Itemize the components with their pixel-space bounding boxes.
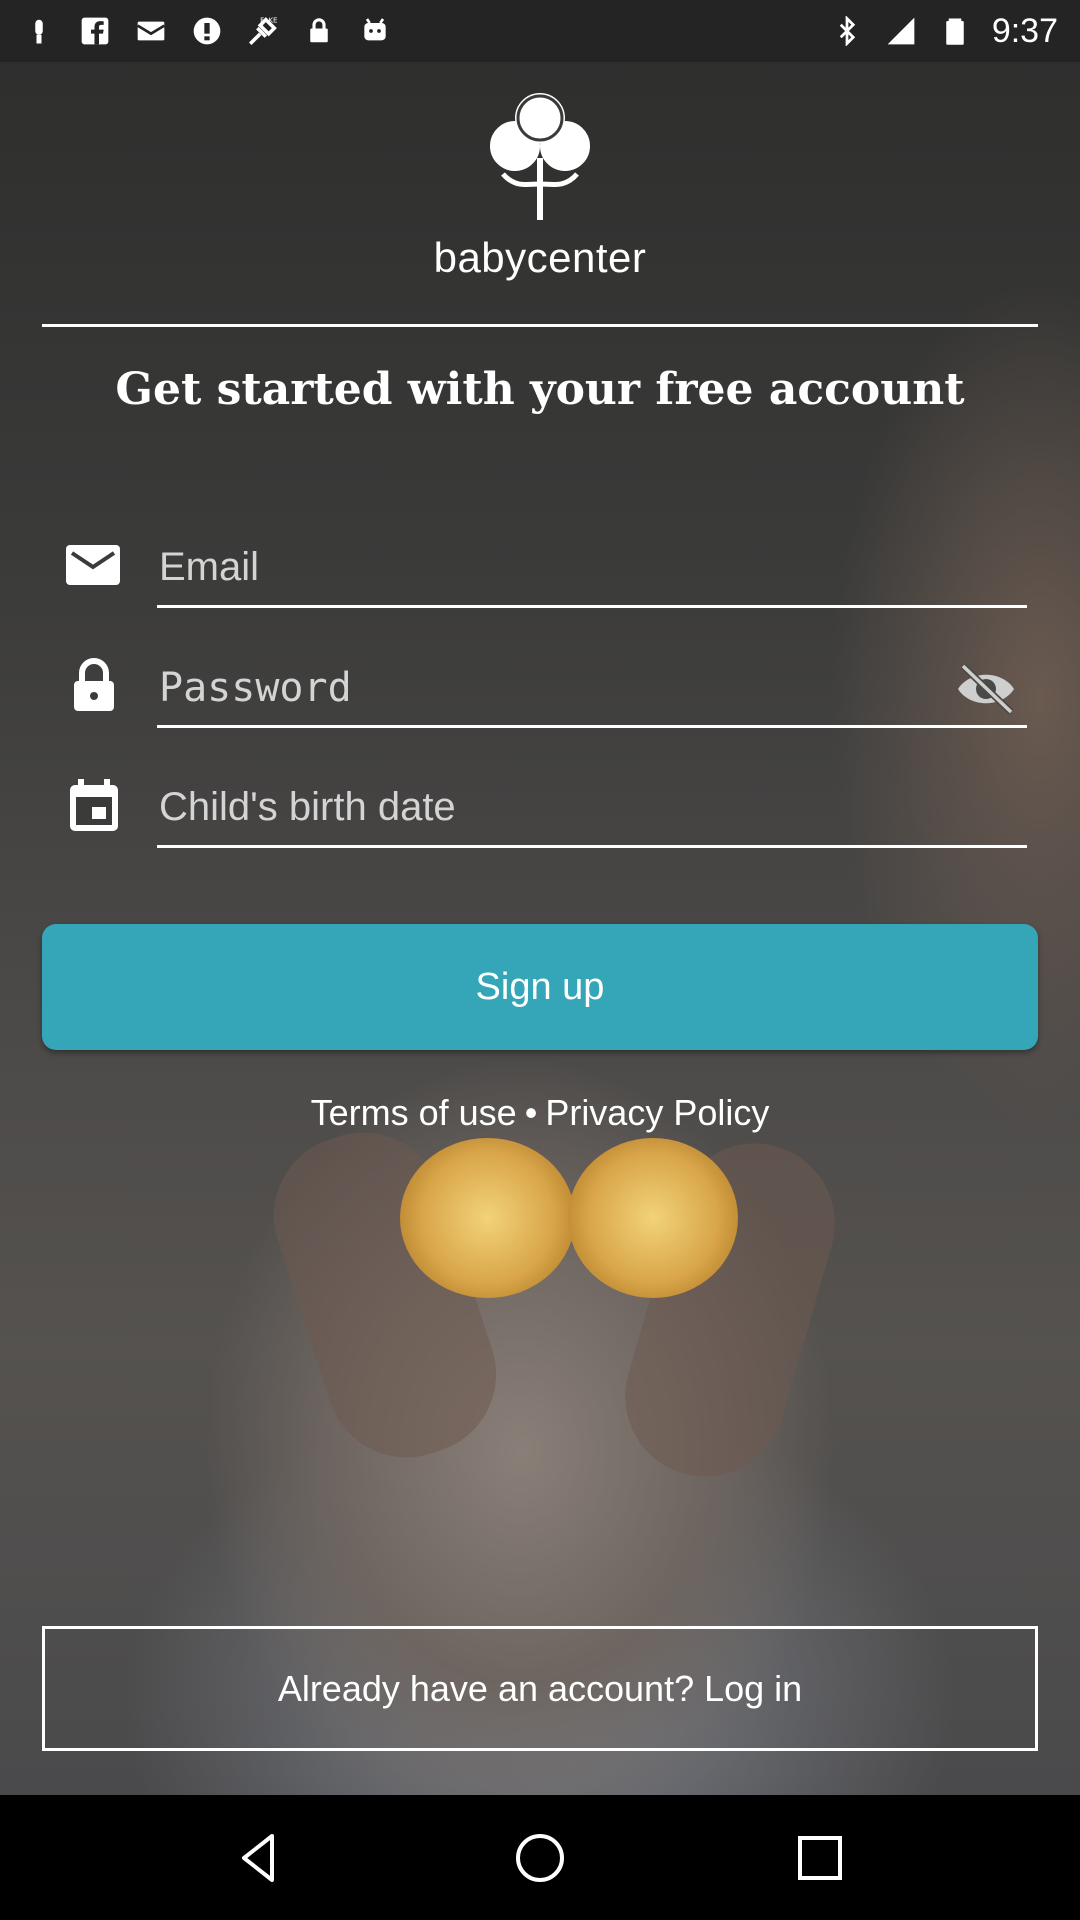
lock-icon — [302, 14, 336, 48]
mail-icon — [134, 14, 168, 48]
back-icon[interactable] — [230, 1828, 290, 1888]
recents-icon[interactable] — [790, 1828, 850, 1888]
cotton-flower-logo — [490, 93, 590, 220]
clock-time: 9:37 — [991, 11, 1058, 50]
fake-gps-icon: FAKE — [246, 14, 280, 48]
info-icon — [190, 14, 224, 48]
mail-icon — [65, 538, 123, 592]
brand-logo: babycenter — [390, 88, 690, 298]
bluetooth-icon — [830, 14, 864, 48]
screen: FAKE 9:37 babycenter Get started with yo… — [0, 0, 1080, 1920]
home-icon[interactable] — [510, 1828, 570, 1888]
signup-button[interactable]: Sign up — [42, 924, 1038, 1050]
password-field[interactable]: Password — [157, 650, 1027, 728]
password-row: Password — [65, 650, 1027, 730]
legal-separator: • — [524, 1092, 538, 1133]
page-headline: Get started with your free account — [115, 370, 965, 415]
orange-half-left — [400, 1138, 575, 1298]
signal-icon — [884, 14, 918, 48]
login-button[interactable]: Already have an account? Log in — [42, 1626, 1038, 1751]
terms-link[interactable]: Terms of use — [311, 1092, 517, 1133]
birthdate-row: Child's birth date — [65, 770, 1027, 850]
android-icon — [358, 14, 392, 48]
legal-links: Terms of use • Privacy Policy — [0, 1092, 1080, 1134]
svg-text:FAKE: FAKE — [260, 16, 278, 25]
eye-off-icon[interactable] — [955, 662, 1017, 716]
email-row: Email — [65, 530, 1027, 610]
status-bar: FAKE 9:37 — [0, 0, 1080, 62]
battery-icon — [938, 14, 972, 48]
fb-icon — [78, 14, 112, 48]
navigation-bar — [0, 1795, 1080, 1920]
header-divider — [42, 324, 1038, 327]
orange-half-right — [568, 1138, 738, 1298]
notification-icon — [22, 14, 56, 48]
calendar-icon — [65, 778, 123, 832]
lock-icon — [65, 658, 123, 712]
privacy-link[interactable]: Privacy Policy — [545, 1092, 769, 1133]
email-field[interactable]: Email — [157, 530, 1027, 608]
birthdate-field[interactable]: Child's birth date — [157, 770, 1027, 848]
brand-name: babycenter — [433, 234, 647, 281]
